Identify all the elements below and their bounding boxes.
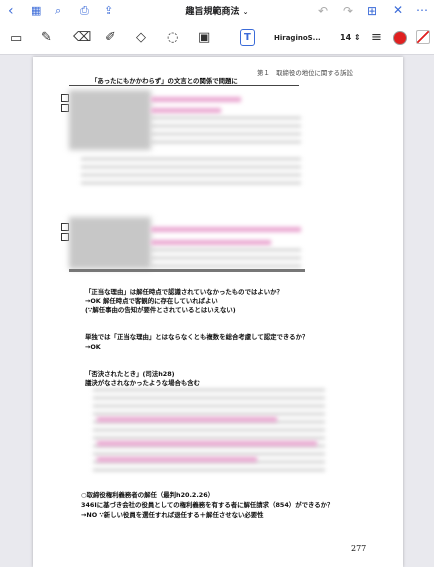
document-page[interactable]: 第１ 取締役の地位に関する訴訟 「あったにもかかわらず」の文言との関係で問題に … [33,57,403,567]
redacted-image [69,217,151,269]
document-title-text: 趣旨規範商法 [185,7,240,17]
page-header-right: 第１ 取締役の地位に関する訴訟 [257,69,353,77]
highlight-mark [151,97,241,102]
highlighter-tool-icon[interactable]: ✐ [105,31,116,44]
checkbox[interactable] [61,223,69,231]
highlight-mark [97,417,277,422]
font-name-selector[interactable]: HiraginoS... [274,30,332,46]
image-tool-icon[interactable]: ▣ [198,31,210,44]
checkbox[interactable] [61,104,69,112]
chevron-down-icon: ⌄ [242,8,249,16]
paragraph-line: (∵解任事由の告知が要件とされているとはいえない) [85,306,236,314]
highlight-mark [151,108,221,113]
paragraph-line: →NO ∵新しい役員を選任すれば退任する＋解任させない必要性 [81,511,264,519]
redo-icon[interactable]: ↷ [343,4,353,18]
text-tool-icon[interactable]: T [240,29,255,46]
close-icon[interactable]: ✕ [393,3,403,17]
color-swatch[interactable] [393,31,407,45]
highlight-mark [151,227,301,232]
paragraph-line: 単独では「正当な理由」とはならなくとも複数を総合考慮して認定できるか？ [85,333,309,341]
more-icon[interactable]: ⋯ [416,3,428,17]
divider-line [69,269,305,272]
blurred-text [151,117,301,149]
paragraph-line: →OK 解任時点で客観的に存在していればよい [85,297,218,305]
top-bar: ‹ ▦ ⌕ ⎙ ⇪ 趣旨規範商法 ⌄ ↶ ↷ ⊞ ✕ ⋯ [0,0,434,22]
no-fill-swatch[interactable] [416,30,430,44]
paragraph-line: 346Ⅰに基づき会社の役員としての権利義務を有する者に解任請求（854）ができる… [81,501,334,509]
lasso-tool-icon[interactable]: ◌ [167,31,178,44]
paragraph-line: 議決がなされなかったような場合も含む [85,379,201,387]
stepper-icon: ⇕ [353,33,361,42]
font-size-value: 14 [340,33,352,42]
sidebar-toggle-icon[interactable]: ▭ [10,32,22,45]
font-size-selector[interactable]: 14 ⇕ [340,30,362,46]
highlight-mark [97,457,257,462]
redacted-image [69,90,151,150]
undo-icon[interactable]: ↶ [318,4,328,18]
page-number: 277 [351,544,367,553]
divider-line [69,85,299,86]
highlight-mark [97,441,317,446]
add-page-icon[interactable]: ⊞ [367,4,377,18]
section-lead: 「あったにもかかわらず」の文言との関係で問題に [91,77,238,85]
align-icon[interactable]: ≡ [371,31,382,44]
pen-tool-icon[interactable]: ✎ [41,31,52,44]
blurred-text [81,158,301,188]
blurred-text [151,249,301,267]
shape-tool-icon[interactable]: ◇ [136,31,146,44]
checkbox[interactable] [61,233,69,241]
paragraph-line: 「否決されたとき」(司法h28) [85,370,175,378]
checkbox[interactable] [61,94,69,102]
paragraph-line: →OK [85,343,101,351]
paragraph-line: 「正当な理由」は解任時点で認識されていなかったものではよいか？ [85,288,283,296]
paragraph-line: ○取締役権利義務者の解任（最判h20.2.26） [81,491,215,499]
highlight-mark [151,240,271,245]
eraser-tool-icon[interactable]: ⌫ [73,31,91,44]
annotation-toolbar: ▭ ✎ ⌫ ✐ ◇ ◌ ▣ T [0,22,434,55]
